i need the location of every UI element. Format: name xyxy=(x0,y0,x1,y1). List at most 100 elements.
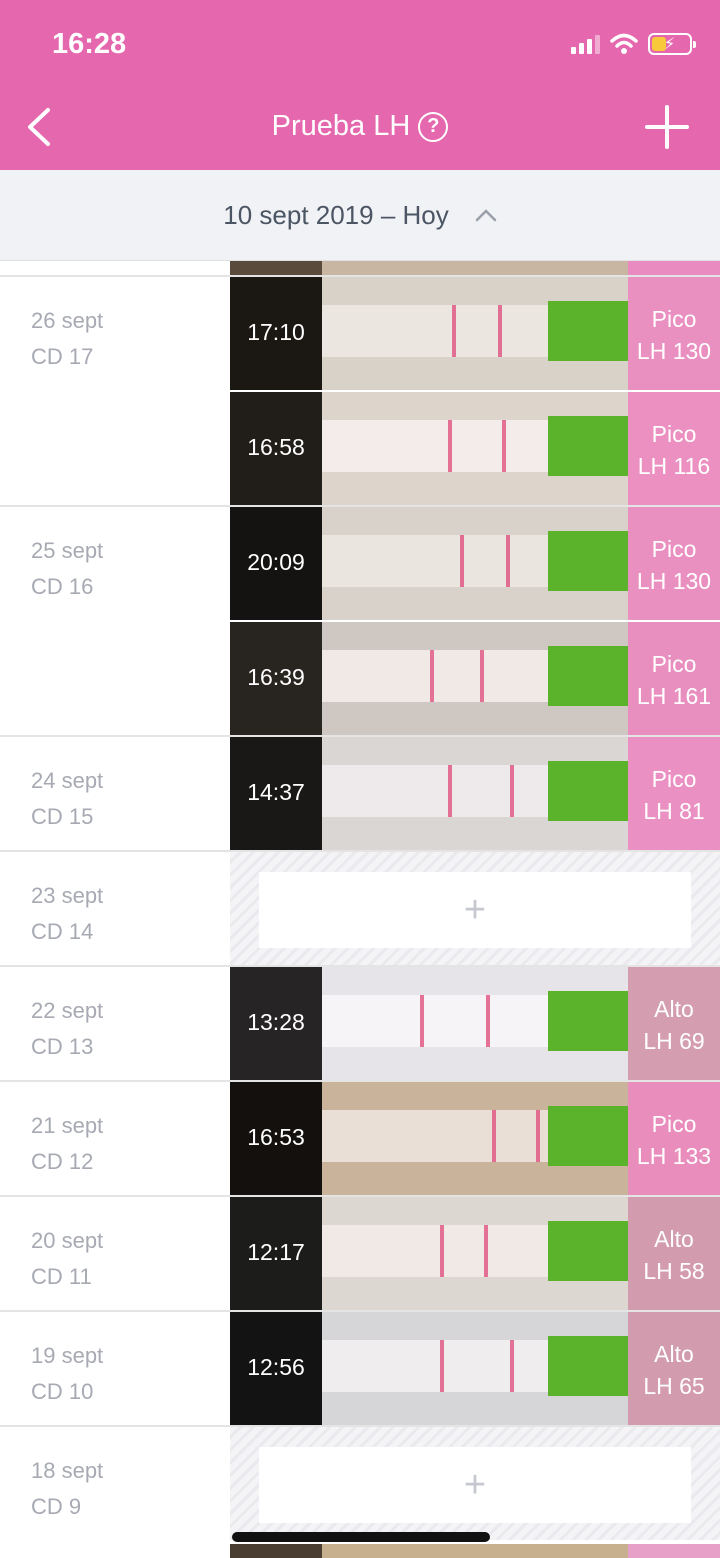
cycle-day: CD 12 xyxy=(31,1149,94,1174)
empty-test-slot: + xyxy=(230,852,720,965)
lh-result-tag: Alto LH 65 xyxy=(628,1312,720,1425)
day-label: 25 sept CD 16 xyxy=(31,533,103,605)
app-header: 16:28 ⚡ Prueba LH? xyxy=(0,0,720,170)
lh-value: LH 133 xyxy=(636,1143,712,1169)
lh-result-tag: Pico LH 161 xyxy=(628,622,720,735)
home-indicator xyxy=(232,1532,490,1542)
test-time: 17:10 xyxy=(247,319,305,345)
lh-result-tag: Pico LH 116 xyxy=(628,392,720,505)
day-row: 25 sept CD 16 20:09 Pico LH 130 16:39 Pico LH… xyxy=(0,505,720,735)
date-range-text: 10 sept 2019 – Hoy xyxy=(223,199,449,230)
lh-level: Alto xyxy=(654,1341,694,1367)
status-time: 16:28 xyxy=(52,28,127,60)
test-entry[interactable]: 12:17 Alto LH 58 xyxy=(230,1197,720,1310)
lh-level: Pico xyxy=(651,306,697,332)
day-date: 25 sept xyxy=(31,538,104,563)
day-label: 23 sept CD 14 xyxy=(31,878,103,950)
day-label: 18 sept CD 9 xyxy=(31,1453,103,1525)
lh-value: LH 81 xyxy=(643,798,705,824)
plus-icon: + xyxy=(463,888,487,931)
test-entry[interactable]: 13:28 Alto LH 69 xyxy=(230,967,720,1080)
lh-level: Alto xyxy=(654,1226,694,1252)
lh-level: Pico xyxy=(651,651,697,677)
status-icons: ⚡ xyxy=(571,32,696,56)
cycle-day: CD 11 xyxy=(31,1264,92,1289)
wifi-icon xyxy=(610,33,638,54)
day-label: 20 sept CD 11 xyxy=(31,1223,103,1295)
day-row: 18 sept CD 9 + xyxy=(0,1425,720,1540)
test-time: 16:53 xyxy=(247,1124,305,1150)
lh-result-tag: Pico LH 130 xyxy=(628,507,720,620)
day-date: 26 sept xyxy=(31,308,104,333)
day-date: 20 sept xyxy=(31,1228,104,1253)
cycle-day: CD 14 xyxy=(31,919,94,944)
day-label: 24 sept CD 15 xyxy=(31,763,103,835)
cycle-day: CD 16 xyxy=(31,574,94,599)
test-time: 16:58 xyxy=(247,434,305,460)
test-time: 14:37 xyxy=(247,779,305,805)
lh-result-tag: Pico LH 81 xyxy=(628,737,720,850)
day-label: 19 sept CD 10 xyxy=(31,1338,103,1410)
test-time: 13:28 xyxy=(247,1009,305,1035)
lh-value: LH 65 xyxy=(643,1373,705,1399)
cycle-day: CD 17 xyxy=(31,344,94,369)
battery-icon: ⚡ xyxy=(648,33,696,55)
date-range-toggle[interactable]: 10 sept 2019 – Hoy xyxy=(0,170,720,261)
add-test-button[interactable]: + xyxy=(259,872,691,948)
day-row: 22 sept CD 13 13:28 Alto LH 69 xyxy=(0,965,720,1080)
lh-level: Pico xyxy=(651,536,697,562)
test-entry[interactable]: 20:09 Pico LH 130 xyxy=(230,507,720,620)
help-icon[interactable]: ? xyxy=(418,112,449,142)
lh-value: LH 116 xyxy=(637,453,711,479)
lh-level: Pico xyxy=(651,1111,697,1137)
day-row: 24 sept CD 15 14:37 Pico LH 81 xyxy=(0,735,720,850)
test-entry[interactable]: 16:58 Pico LH 116 xyxy=(230,392,720,505)
chevron-up-icon xyxy=(475,209,496,222)
test-entry[interactable]: 17:10 Pico LH 130 xyxy=(230,277,720,390)
lh-level: Alto xyxy=(654,996,694,1022)
day-date: 24 sept xyxy=(31,768,104,793)
lh-level: Pico xyxy=(651,421,697,447)
lh-result-tag: Pico LH 130 xyxy=(628,277,720,390)
test-entry[interactable]: 12:56 Alto LH 65 xyxy=(230,1312,720,1425)
page-title-text: Prueba LH xyxy=(271,110,411,142)
previous-entry-photo xyxy=(230,261,720,275)
plus-icon[interactable] xyxy=(644,104,690,150)
cycle-day: CD 9 xyxy=(31,1494,82,1519)
day-date: 18 sept xyxy=(31,1458,104,1483)
lh-value: LH 130 xyxy=(636,338,712,364)
test-entry[interactable]: 14:37 Pico LH 81 xyxy=(230,737,720,850)
plus-icon: + xyxy=(463,1463,487,1506)
day-row: 21 sept CD 12 16:53 Pico LH 133 xyxy=(0,1080,720,1195)
lh-result-tag: Alto LH 58 xyxy=(628,1197,720,1310)
test-entry[interactable]: 16:53 Pico LH 133 xyxy=(230,1082,720,1195)
day-date: 22 sept xyxy=(31,998,104,1023)
test-time: 16:39 xyxy=(247,664,305,690)
next-entry-photo xyxy=(230,1544,720,1558)
lh-result-tag: Alto LH 69 xyxy=(628,967,720,1080)
cycle-day: CD 15 xyxy=(31,804,94,829)
empty-test-slot: + xyxy=(230,1427,720,1540)
day-date: 23 sept xyxy=(31,883,104,908)
day-row: 26 sept CD 17 17:10 Pico LH 130 16:58 Pico LH… xyxy=(0,275,720,505)
day-row: 23 sept CD 14 + xyxy=(0,850,720,965)
cycle-day: CD 10 xyxy=(31,1379,94,1404)
add-test-button[interactable]: + xyxy=(259,1447,691,1523)
lh-level: Pico xyxy=(651,766,697,792)
day-row: 20 sept CD 11 12:17 Alto LH 58 xyxy=(0,1195,720,1310)
lh-value: LH 161 xyxy=(636,683,712,709)
day-label: 26 sept CD 17 xyxy=(31,303,103,375)
lh-value: LH 69 xyxy=(643,1028,705,1054)
signal-icon xyxy=(571,34,600,54)
page-title: Prueba LH? xyxy=(0,110,720,143)
test-time: 12:17 xyxy=(247,1239,305,1265)
test-time: 12:56 xyxy=(247,1354,305,1380)
day-row: 19 sept CD 10 12:56 Alto LH 65 xyxy=(0,1310,720,1425)
cycle-day: CD 13 xyxy=(31,1034,94,1059)
lh-value: LH 130 xyxy=(636,568,712,594)
lh-value: LH 58 xyxy=(643,1258,705,1284)
day-date: 21 sept xyxy=(31,1113,104,1138)
test-entry[interactable]: 16:39 Pico LH 161 xyxy=(230,622,720,735)
day-date: 19 sept xyxy=(31,1343,104,1368)
day-label: 22 sept CD 13 xyxy=(31,993,103,1065)
